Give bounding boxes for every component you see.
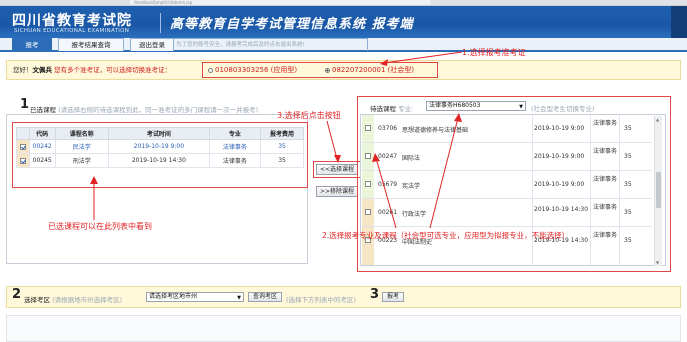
exam-area-label: 选择考区 (请根据地市州选择考区)	[24, 294, 122, 304]
exam-area-select-value: 请选择考区地市州	[149, 293, 198, 300]
apply-button[interactable]: 报考	[382, 292, 404, 302]
chevron-down-icon: ▼	[237, 295, 241, 301]
arrow-head	[454, 113, 462, 122]
step-number-3: 3	[370, 287, 380, 302]
exam-area-hint2: (选择下方列表中的考区)	[286, 296, 357, 304]
annotation-step1: 1.选择报考准考证	[462, 48, 526, 57]
exam-area-list	[6, 315, 681, 342]
arrow-to-available-checkbox	[375, 157, 397, 229]
step-number-2: 2	[12, 287, 22, 302]
arrow-to-major-select	[429, 117, 459, 229]
arrow-head	[380, 59, 388, 66]
query-area-button[interactable]: 查询考区	[248, 292, 282, 302]
arrow-head	[334, 155, 341, 163]
arrow-to-select-button	[326, 120, 338, 160]
exam-area-select[interactable]: 请选择考区地市州 ▼	[146, 292, 244, 302]
arrow-to-ticket	[383, 51, 463, 64]
arrow-head	[90, 176, 98, 184]
annotation-selected-list: 已选课程可以在此列表中看到	[48, 222, 152, 231]
arrow-head	[372, 153, 380, 162]
exam-area-hint: (请根据地市州选择考区)	[52, 296, 123, 304]
exam-area-label-text: 选择考区	[24, 296, 50, 304]
annotation-step3: 3.选择后点击按钮	[277, 111, 341, 120]
annotation-step2: 2.选择报考专业及课程（社会型可选专业，应用型为拟报专业，不能选择）	[322, 231, 570, 240]
